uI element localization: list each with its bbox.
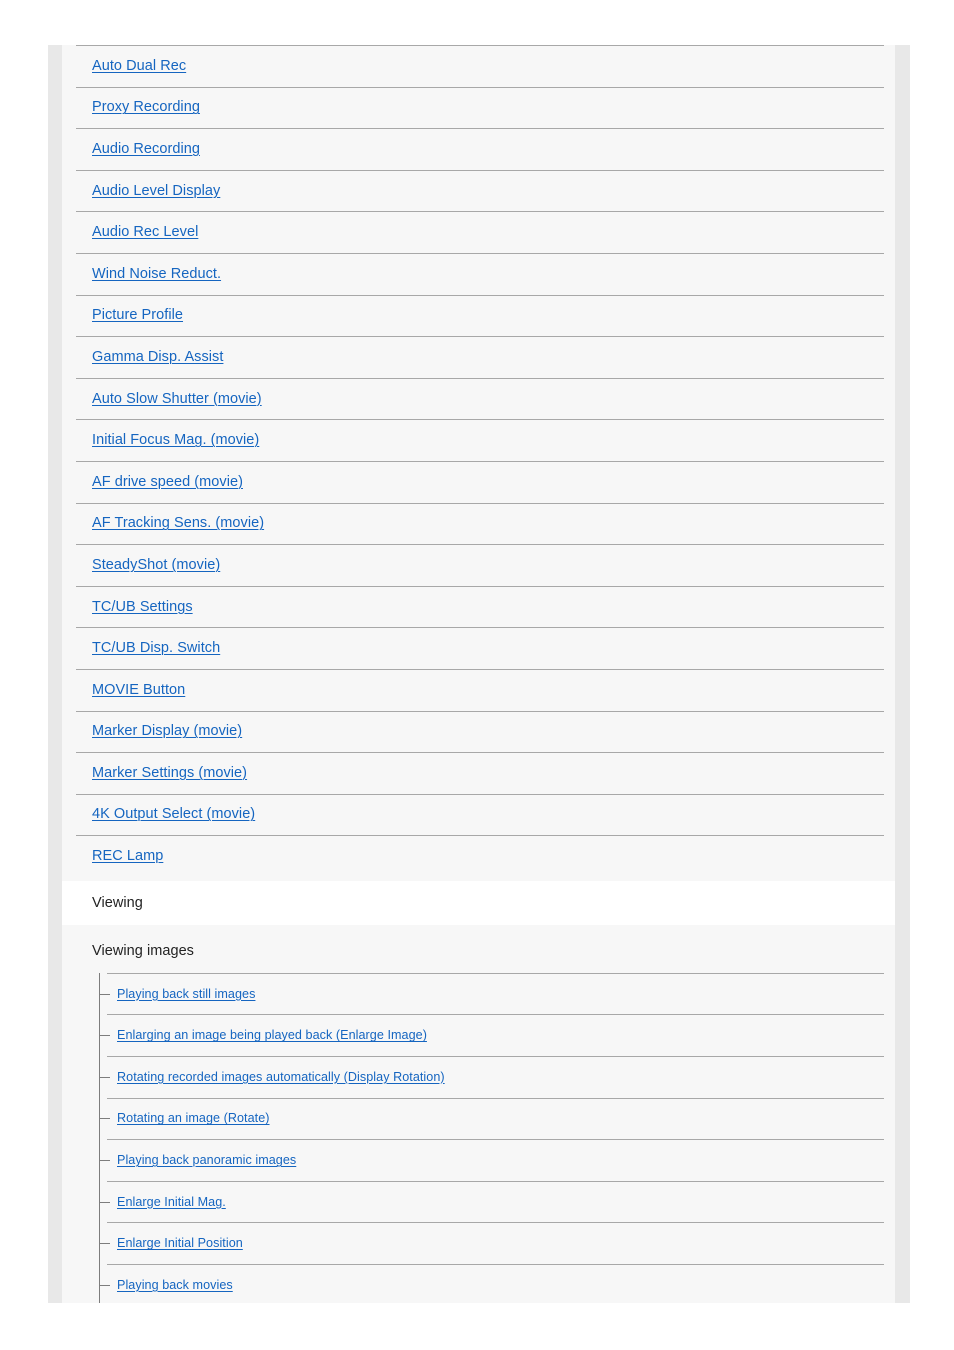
toc-item-link[interactable]: Marker Settings (movie): [92, 765, 247, 781]
toc-subitem-link[interactable]: Enlarge Initial Mag.: [117, 1195, 226, 1209]
toc-item-link[interactable]: REC Lamp: [92, 848, 163, 864]
toc-item-link[interactable]: Audio Level Display: [92, 183, 220, 199]
toc-item-link[interactable]: Wind Noise Reduct.: [92, 266, 221, 282]
toc-row: Initial Focus Mag. (movie): [62, 419, 895, 461]
toc-subrow: Playing back movies: [62, 1264, 895, 1303]
toc-row: 4K Output Select (movie): [62, 793, 895, 836]
shooting-items-list: Auto Dual Rec Proxy Recording Audio Record…: [62, 45, 895, 877]
toc-subitem-link[interactable]: Rotating an image (Rotate): [117, 1111, 270, 1125]
toc-item-link[interactable]: Proxy Recording: [92, 99, 200, 115]
toc-content-column: Auto Dual Rec Proxy Recording Audio Record…: [62, 45, 895, 1303]
toc-item-link[interactable]: TC/UB Settings: [92, 599, 193, 615]
toc-row: Marker Settings (movie): [62, 752, 895, 794]
toc-item-link[interactable]: Marker Display (movie): [92, 723, 242, 739]
toc-subrow: Enlarge Initial Position: [62, 1222, 895, 1264]
toc-subrow: Rotating an image (Rotate): [62, 1097, 895, 1140]
toc-row: MOVIE Button: [62, 668, 895, 711]
section-title-label: Viewing: [92, 894, 143, 911]
toc-item-link[interactable]: Audio Recording: [92, 141, 200, 157]
toc-item-link[interactable]: AF drive speed (movie): [92, 474, 243, 490]
toc-item-link[interactable]: AF Tracking Sens. (movie): [92, 515, 264, 531]
toc-subrow: Enlarging an image being played back (En…: [62, 1014, 895, 1056]
toc-subitem-link[interactable]: Rotating recorded images automatically (…: [117, 1070, 445, 1084]
toc-item-link[interactable]: Gamma Disp. Assist: [92, 349, 223, 365]
toc-row: AF Tracking Sens. (movie): [62, 502, 895, 545]
toc-subrow: Enlarge Initial Mag.: [62, 1180, 895, 1223]
toc-row: Marker Display (movie): [62, 710, 895, 753]
section-header-viewing: Viewing: [62, 880, 895, 925]
toc-subitem-link[interactable]: Enlarge Initial Position: [117, 1236, 243, 1250]
toc-row: Picture Profile: [62, 294, 895, 337]
toc-row: Audio Recording: [62, 128, 895, 170]
toc-row: Proxy Recording: [62, 86, 895, 129]
page-root: Auto Dual Rec Proxy Recording Audio Record…: [0, 0, 954, 1350]
toc-row: SteadyShot (movie): [62, 544, 895, 586]
toc-row: Gamma Disp. Assist: [62, 336, 895, 378]
group-header-viewing-images: Viewing images: [62, 929, 895, 973]
group-title-label: Viewing images: [92, 942, 194, 959]
toc-row: Auto Dual Rec: [62, 45, 895, 87]
toc-row: TC/UB Disp. Switch: [62, 627, 895, 669]
toc-row: AF drive speed (movie): [62, 460, 895, 503]
toc-item-link[interactable]: Auto Dual Rec: [92, 58, 186, 74]
toc-subrow: Playing back still images: [62, 972, 895, 1015]
toc-subitem-link[interactable]: Playing back movies: [117, 1278, 233, 1292]
toc-subitem-link[interactable]: Enlarging an image being played back (En…: [117, 1028, 427, 1042]
toc-item-link[interactable]: Picture Profile: [92, 307, 183, 323]
toc-subitem-link[interactable]: Playing back still images: [117, 987, 255, 1001]
toc-row: Wind Noise Reduct.: [62, 252, 895, 295]
document-viewport: Auto Dual Rec Proxy Recording Audio Record…: [48, 45, 910, 1303]
viewing-items-tree: Playing back still images Enlarging an im…: [62, 972, 895, 1303]
toc-row: Audio Rec Level: [62, 211, 895, 253]
toc-row: REC Lamp: [62, 835, 895, 877]
toc-subitem-link[interactable]: Playing back panoramic images: [117, 1153, 296, 1167]
toc-item-link[interactable]: Auto Slow Shutter (movie): [92, 391, 262, 407]
toc-row: TC/UB Settings: [62, 585, 895, 628]
toc-item-link[interactable]: TC/UB Disp. Switch: [92, 640, 220, 656]
toc-subrow: Playing back panoramic images: [62, 1139, 895, 1181]
toc-row: Auto Slow Shutter (movie): [62, 377, 895, 420]
toc-item-link[interactable]: MOVIE Button: [92, 682, 185, 698]
toc-item-link[interactable]: Initial Focus Mag. (movie): [92, 432, 259, 448]
toc-row: Audio Level Display: [62, 169, 895, 212]
toc-subrow: Rotating recorded images automatically (…: [62, 1056, 895, 1098]
toc-item-link[interactable]: Audio Rec Level: [92, 224, 198, 240]
toc-item-link[interactable]: SteadyShot (movie): [92, 557, 220, 573]
toc-item-link[interactable]: 4K Output Select (movie): [92, 806, 255, 822]
